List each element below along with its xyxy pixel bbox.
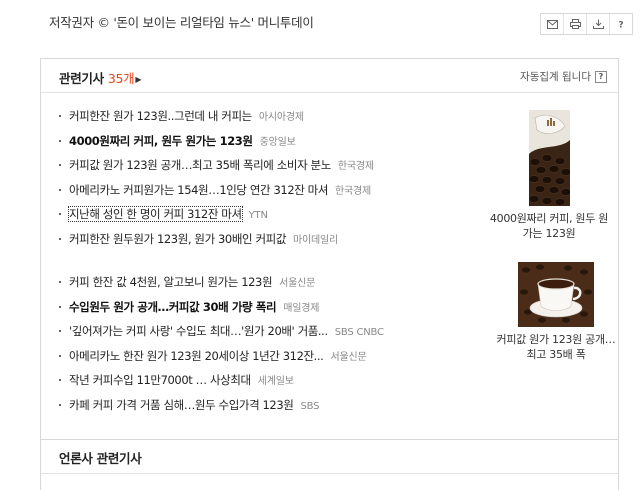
print-button[interactable] <box>564 14 587 34</box>
press-name: 한국경제 <box>337 161 374 172</box>
headline-link[interactable]: 아메리카노 한잔 원가 123원 20세이상 1년간 312잔... <box>69 349 324 363</box>
download-icon <box>592 19 604 29</box>
photo-news-1[interactable]: 4000원짜리 커피, 원두 원가는 123원 <box>489 110 609 241</box>
coffee-cup-photo[interactable] <box>518 262 594 327</box>
help-icon: ? <box>618 21 623 30</box>
related-count: 35 <box>107 71 124 86</box>
press-name: 중앙일보 <box>259 136 296 148</box>
list-item[interactable]: 지난해 성인 한 명이 커피 312잔 마셔 YTN <box>57 206 477 231</box>
headline-link[interactable]: 커피한잔 원가 123원..그런데 내 커피는 <box>69 109 252 123</box>
press-name: 아시아경제 <box>258 112 304 123</box>
copyright-line: 저작권자 © '돈이 보이는 리얼타임 뉴스' 머니투데이 <box>49 15 314 30</box>
coffee-beans-photo[interactable] <box>528 110 570 206</box>
press-name: 세계일보 <box>257 376 294 387</box>
photo-caption[interactable]: 4000원짜리 커피, 원두 원가는 123원 <box>489 211 609 241</box>
arrow-right-icon: ▶ <box>135 75 142 84</box>
list-item[interactable]: 수입원두 원가 공개…커피값 30배 가량 폭리 매일경제 <box>57 299 477 324</box>
divider <box>41 473 618 474</box>
headline-link[interactable]: 지난해 성인 한 명이 커피 312잔 마셔 <box>68 206 243 222</box>
list-item[interactable]: '깊어져가는 커피 사랑' 수입도 최대…'원가 20배' 거품... SBS C… <box>57 323 477 348</box>
headline-link[interactable]: 커피값 원가 123원 공개…최고 35배 폭리에 소비자 분노 <box>69 158 331 172</box>
list-item[interactable]: 카페 커피 가격 거품 심해…원두 수입가격 123원 SBS <box>57 397 477 422</box>
related-articles-header: 관련기사 35개▶ 자동집계 됩니다 ? <box>41 59 618 93</box>
press-related-section: 언론사 관련기사 <box>41 439 618 474</box>
photo-news-2[interactable]: 커피값 원가 123원 공개…최고 35배 폭 <box>496 262 616 362</box>
press-name: 서울신문 <box>330 351 367 363</box>
related-articles-panel: 관련기사 35개▶ 자동집계 됩니다 ? 커피한잔 원가 123원..그런데 내 … <box>40 58 619 490</box>
related-title-text: 관련기사 <box>59 71 104 86</box>
help-icon[interactable]: ? <box>595 70 607 83</box>
email-icon <box>546 19 558 29</box>
list-item[interactable]: 작년 커피수입 11만7000t … 사상최대 세계일보 <box>57 372 477 397</box>
headline-link[interactable]: 커피 한잔 값 4천원, 알고보니 원가는 123원 <box>69 275 273 289</box>
list-item[interactable]: 커피 한잔 값 4천원, 알고보니 원가는 123원 서울신문 <box>57 274 477 299</box>
list-item[interactable]: 4000원짜리 커피, 원두 원가는 123원 중앙일보 <box>57 133 477 158</box>
headline-link[interactable]: 작년 커피수입 11만7000t … 사상최대 <box>69 373 251 387</box>
print-icon <box>569 19 581 29</box>
auto-collect-text: 자동집계 됩니다 <box>520 71 591 83</box>
list-item[interactable]: 커피한잔 원두원가 123원, 원가 30배인 커피값 마이데일리 <box>57 231 477 256</box>
help-button[interactable]: ? <box>610 14 632 34</box>
download-button[interactable] <box>587 14 610 34</box>
press-name: SBS <box>300 400 320 412</box>
headline-link[interactable]: 아메리카노 커피원가는 154원…1인당 연간 312잔 마셔 <box>69 183 328 197</box>
list-item[interactable]: 커피한잔 원가 123원..그런데 내 커피는 아시아경제 <box>57 108 477 133</box>
auto-collect-note: 자동집계 됩니다 ? <box>520 69 607 84</box>
press-related-title: 언론사 관련기사 <box>59 451 142 466</box>
headline-link[interactable]: 수입원두 원가 공개…커피값 30배 가량 폭리 <box>69 300 277 314</box>
press-name: 마이데일리 <box>293 234 338 246</box>
list-item[interactable]: 커피값 원가 123원 공개…최고 35배 폭리에 소비자 분노 한국경제 <box>57 157 477 182</box>
related-count-unit: 개 <box>123 71 135 86</box>
press-name: 매일경제 <box>283 302 320 314</box>
press-name: YTN <box>248 210 268 221</box>
headline-link[interactable]: '깊어져가는 커피 사랑' 수입도 최대…'원가 20배' 거품... <box>69 324 328 338</box>
headline-link[interactable]: 카페 커피 가격 거품 심해…원두 수입가격 123원 <box>69 398 294 412</box>
article-toolbar: ? <box>540 13 633 35</box>
email-button[interactable] <box>541 14 564 34</box>
press-name: SBS CNBC <box>334 327 384 338</box>
press-name: 한국경제 <box>335 185 372 197</box>
photo-caption[interactable]: 커피값 원가 123원 공개…최고 35배 폭 <box>496 332 616 362</box>
svg-text:?: ? <box>618 21 623 30</box>
headline-link[interactable]: 4000원짜리 커피, 원두 원가는 123원 <box>69 134 253 148</box>
list-item[interactable]: 아메리카노 커피원가는 154원…1인당 연간 312잔 마셔 한국경제 <box>57 182 477 207</box>
related-list-2: 커피 한잔 값 4천원, 알고보니 원가는 123원 서울신문 수입원두 원가 공… <box>57 274 477 421</box>
list-item[interactable]: 아메리카노 한잔 원가 123원 20세이상 1년간 312잔... 서울신문 <box>57 348 477 373</box>
related-list-1: 커피한잔 원가 123원..그런데 내 커피는 아시아경제 4000원짜리 커피,… <box>57 108 477 255</box>
related-articles-title[interactable]: 관련기사 35개▶ <box>59 68 141 87</box>
press-name: 서울신문 <box>279 278 316 289</box>
headline-link[interactable]: 커피한잔 원두원가 123원, 원가 30배인 커피값 <box>69 232 286 246</box>
